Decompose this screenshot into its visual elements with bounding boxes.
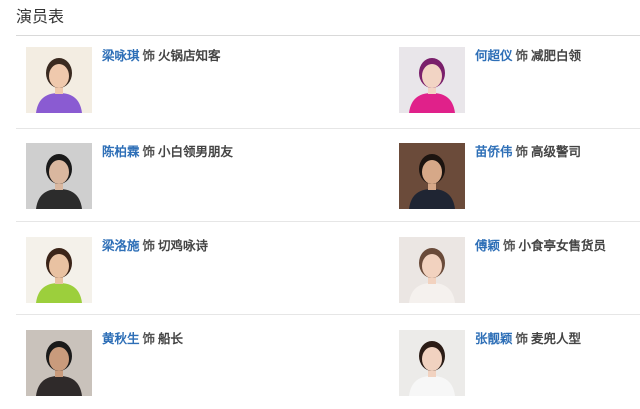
actor-photo[interactable] xyxy=(26,143,92,209)
actor-photo[interactable] xyxy=(399,330,465,396)
cast-info: 傅颖饰小食亭女售货员 xyxy=(475,237,606,255)
role-name: 火锅店知客 xyxy=(158,48,221,63)
cast-info: 梁咏琪饰火锅店知客 xyxy=(102,47,221,65)
role-prefix: 饰 xyxy=(515,144,529,159)
actor-name-link[interactable]: 苗侨伟 xyxy=(475,144,513,159)
cast-info: 何超仪饰减肥白领 xyxy=(475,47,581,65)
cast-item: 傅颖饰小食亭女售货员 xyxy=(399,237,639,307)
actor-name-link[interactable]: 梁咏琪 xyxy=(102,48,140,63)
cast-item: 张靓颖饰麦兜人型 xyxy=(399,330,639,400)
cast-item: 陈柏霖饰小白领男朋友 xyxy=(26,143,266,213)
actor-photo-icon xyxy=(399,143,465,209)
actor-name-link[interactable]: 黄秋生 xyxy=(102,331,140,346)
actor-photo[interactable] xyxy=(399,237,465,303)
cast-item: 苗侨伟饰高级警司 xyxy=(399,143,639,213)
role-prefix: 饰 xyxy=(142,238,156,253)
role-name: 麦兜人型 xyxy=(531,331,582,346)
row-divider xyxy=(16,128,640,129)
cast-info: 苗侨伟饰高级警司 xyxy=(475,143,581,161)
actor-name-link[interactable]: 梁洛施 xyxy=(102,238,140,253)
actor-photo-icon xyxy=(399,330,465,396)
role-name: 船长 xyxy=(158,331,184,346)
role-prefix: 饰 xyxy=(142,331,156,346)
cast-info: 张靓颖饰麦兜人型 xyxy=(475,330,581,348)
actor-photo-icon xyxy=(26,47,92,113)
actor-name-link[interactable]: 傅颖 xyxy=(475,238,500,253)
actor-photo[interactable] xyxy=(399,47,465,113)
actor-photo[interactable] xyxy=(399,143,465,209)
title-divider xyxy=(16,35,640,36)
actor-photo-icon xyxy=(399,237,465,303)
actor-photo[interactable] xyxy=(26,47,92,113)
role-prefix: 饰 xyxy=(503,238,516,253)
role-prefix: 饰 xyxy=(142,144,156,159)
role-prefix: 饰 xyxy=(515,48,529,63)
actor-photo-icon xyxy=(26,330,92,396)
actor-name-link[interactable]: 何超仪 xyxy=(475,48,513,63)
cast-info: 黄秋生饰船长 xyxy=(102,330,183,348)
role-prefix: 饰 xyxy=(142,48,156,63)
cast-info: 陈柏霖饰小白领男朋友 xyxy=(102,143,233,161)
actor-photo-icon xyxy=(26,143,92,209)
cast-item: 梁洛施饰切鸡咏诗 xyxy=(26,237,266,307)
actor-photo-icon xyxy=(399,47,465,113)
cast-item: 梁咏琪饰火锅店知客 xyxy=(26,47,266,117)
cast-item: 黄秋生饰船长 xyxy=(26,330,266,400)
actor-name-link[interactable]: 陈柏霖 xyxy=(102,144,140,159)
role-name: 小白领男朋友 xyxy=(158,144,234,159)
role-name: 减肥白领 xyxy=(531,48,582,63)
cast-item: 何超仪饰减肥白领 xyxy=(399,47,639,117)
section-title: 演员表 xyxy=(16,7,65,26)
role-name: 小食亭女售货员 xyxy=(518,238,607,253)
actor-name-link[interactable]: 张靓颖 xyxy=(475,331,513,346)
actor-photo[interactable] xyxy=(26,237,92,303)
row-divider xyxy=(16,314,640,315)
row-divider xyxy=(16,221,640,222)
actor-photo-icon xyxy=(26,237,92,303)
actor-photo[interactable] xyxy=(26,330,92,396)
cast-info: 梁洛施饰切鸡咏诗 xyxy=(102,237,208,255)
role-name: 高级警司 xyxy=(531,144,582,159)
role-name: 切鸡咏诗 xyxy=(158,238,209,253)
role-prefix: 饰 xyxy=(515,331,529,346)
